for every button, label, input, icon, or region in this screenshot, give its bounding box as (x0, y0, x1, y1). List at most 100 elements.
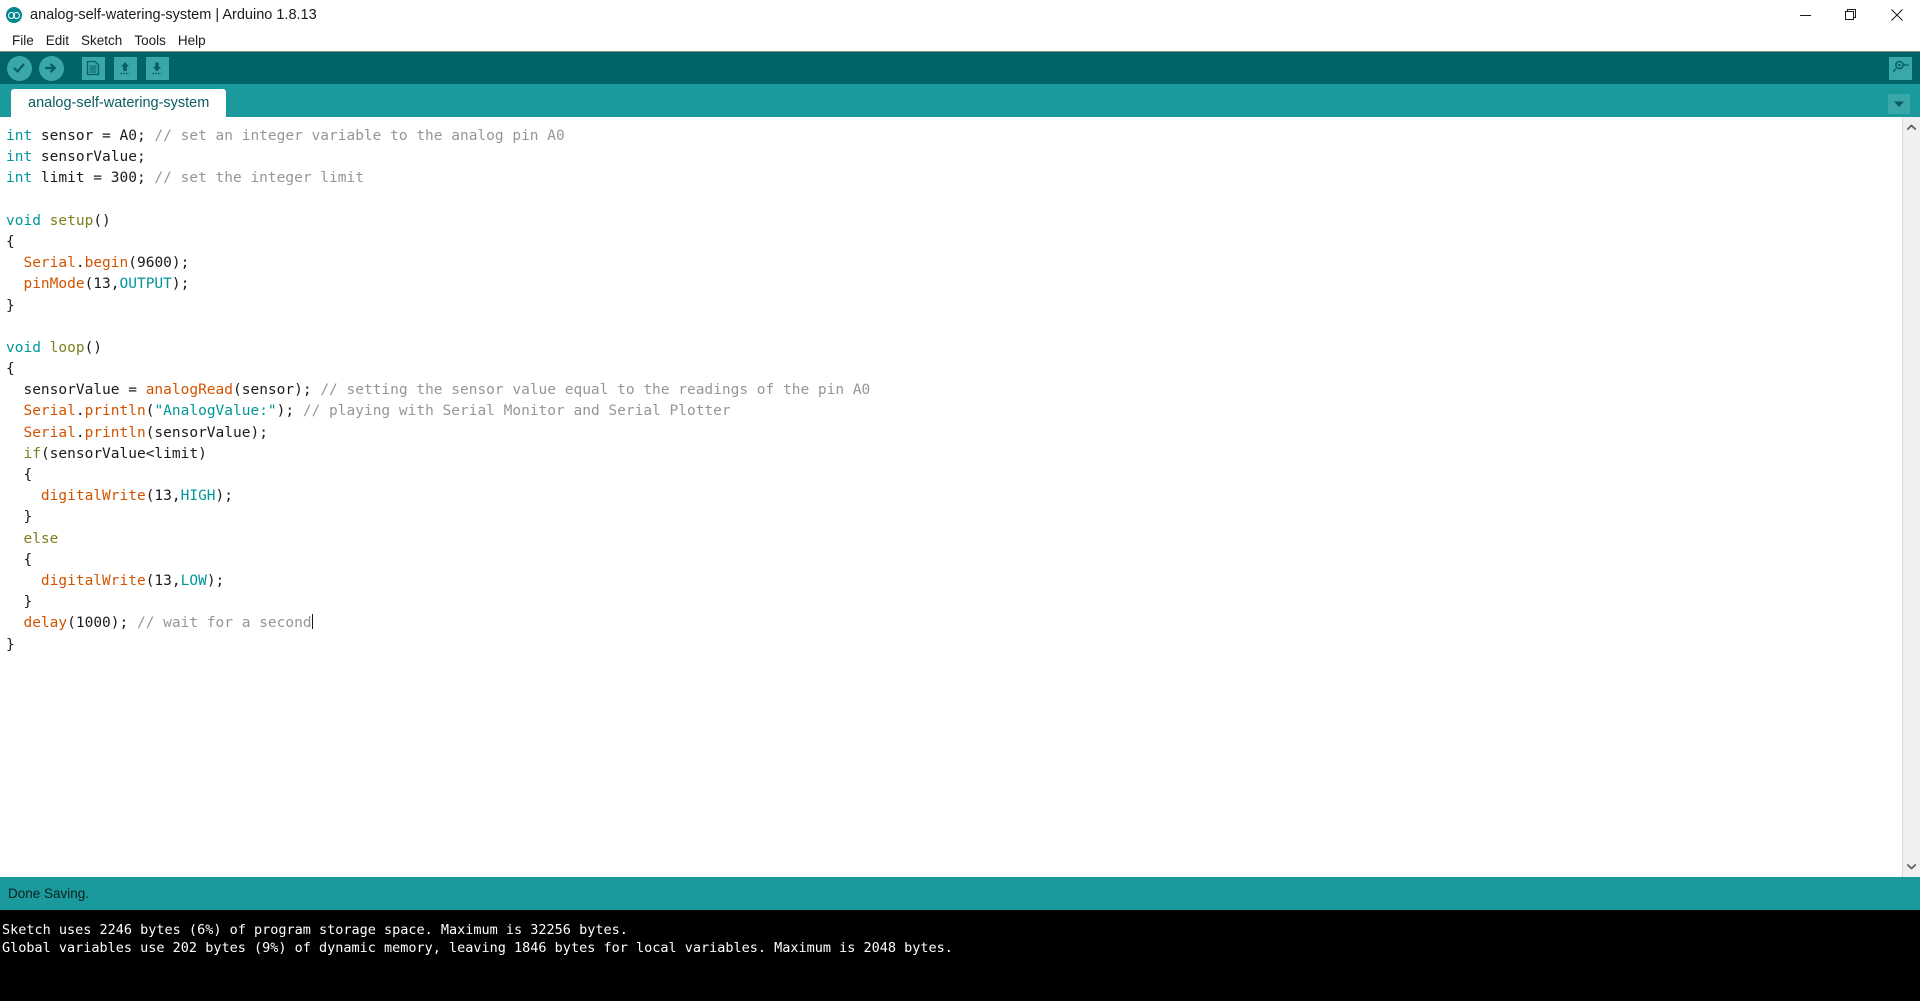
console-line: Sketch uses 2246 bytes (6%) of program s… (2, 922, 628, 938)
code-line: Serial.println("AnalogValue:"); // playi… (6, 401, 1902, 422)
code-token: Serial (23, 403, 76, 420)
code-token: } (6, 594, 33, 611)
code-line: } (6, 296, 1902, 317)
code-token: else (23, 530, 59, 547)
code-token: ); (276, 403, 303, 420)
title-bar-left: analog-self-watering-system | Arduino 1.… (0, 7, 317, 23)
code-token: digitalWrite (40, 572, 146, 589)
code-token: (13, (145, 488, 181, 505)
title-bar: analog-self-watering-system | Arduino 1.… (0, 0, 1920, 30)
status-bar: Done Saving. (0, 877, 1920, 910)
open-button[interactable] (110, 53, 140, 83)
editor-area: int sensor = A0; // set an integer varia… (0, 117, 1920, 877)
code-token: () (93, 212, 111, 229)
close-button[interactable] (1874, 0, 1920, 30)
code-line: digitalWrite(13,LOW); (6, 571, 1902, 592)
down-arrow-icon (145, 56, 169, 80)
code-token: println (84, 403, 146, 420)
code-token: void (6, 212, 41, 229)
new-button[interactable] (78, 53, 108, 83)
window-title: analog-self-watering-system | Arduino 1.… (30, 6, 317, 23)
code-line: { (6, 359, 1902, 380)
code-token: (sensorValue<limit) (40, 445, 207, 462)
code-token: delay (23, 615, 68, 632)
menu-item-sketch[interactable]: Sketch (75, 30, 128, 51)
code-token: { (6, 467, 33, 483)
code-token: (9600); (128, 255, 190, 272)
code-token: (sensorValue); (145, 424, 268, 441)
code-token: (13, (84, 276, 120, 293)
restore-button[interactable] (1828, 0, 1874, 30)
upload-button[interactable] (36, 53, 66, 83)
code-token: } (6, 297, 15, 314)
code-line: void loop() (6, 338, 1902, 359)
code-line: Serial.begin(9600); (6, 253, 1902, 274)
code-token: // setting the sensor value equal to the… (320, 382, 871, 399)
code-line: { (6, 232, 1902, 253)
code-token: { (6, 233, 15, 250)
tab-bar: analog-self-watering-system (0, 84, 1920, 117)
code-token: HIGH (180, 488, 216, 505)
code-token: } (6, 509, 33, 526)
menu-bar: File Edit Sketch Tools Help (0, 30, 1920, 51)
code-token: pinMode (23, 276, 85, 293)
serial-monitor-button[interactable] (1889, 56, 1912, 80)
console-line: Global variables use 202 bytes (9%) of d… (2, 940, 953, 956)
text-cursor (311, 614, 313, 630)
code-token: // set an integer variable to the analog… (154, 128, 565, 144)
code-token: Serial (23, 424, 76, 441)
code-token: println (84, 424, 146, 441)
checkmark-icon (6, 55, 32, 81)
code-token: . (75, 403, 85, 420)
console-output[interactable]: Sketch uses 2246 bytes (6%) of program s… (0, 910, 1920, 1001)
save-button[interactable] (142, 53, 172, 83)
restore-icon (1845, 9, 1856, 20)
code-token: setup (49, 212, 94, 229)
code-token: // wait for a second (136, 615, 312, 632)
code-token: ); (171, 276, 190, 293)
menu-item-tools[interactable]: Tools (128, 30, 172, 51)
tab-analog-self-watering-system[interactable]: analog-self-watering-system (11, 89, 227, 117)
magnifier-icon (1892, 59, 1909, 78)
code-token: ); (215, 488, 233, 505)
code-token: Serial (23, 255, 76, 272)
code-token: // set the integer limit (154, 170, 364, 187)
up-arrow-icon (113, 56, 137, 80)
code-token: sensor = A0; (32, 128, 155, 144)
code-line: else (6, 529, 1902, 550)
code-line: } (6, 635, 1902, 656)
code-line: { (6, 550, 1902, 571)
code-line: if(sensorValue<limit) (6, 444, 1902, 465)
minimize-button[interactable] (1782, 0, 1828, 30)
verify-button[interactable] (4, 53, 34, 83)
code-token: // playing with Serial Monitor and Seria… (302, 403, 731, 420)
tab-menu-button[interactable] (1888, 94, 1910, 114)
code-token: begin (84, 255, 129, 272)
toolbar (0, 51, 1920, 84)
code-editor[interactable]: int sensor = A0; // set an integer varia… (0, 117, 1902, 877)
menu-item-edit[interactable]: Edit (40, 30, 75, 51)
right-arrow-icon (38, 55, 64, 81)
code-line: } (6, 592, 1902, 613)
code-token: int (6, 128, 33, 144)
code-token: LOW (180, 572, 207, 589)
code-token: . (75, 255, 85, 272)
menu-item-help[interactable]: Help (172, 30, 212, 51)
code-token: sensorValue; (32, 149, 146, 166)
window-controls (1782, 0, 1920, 30)
menu-item-file[interactable]: File (6, 30, 40, 51)
code-token: . (75, 424, 85, 441)
chevron-up-icon[interactable] (1903, 119, 1920, 136)
code-token: digitalWrite (40, 488, 146, 505)
code-line: digitalWrite(13,HIGH); (6, 486, 1902, 507)
code-token: analogRead (145, 382, 233, 399)
editor-vertical-scrollbar[interactable] (1902, 117, 1920, 877)
chevron-down-icon[interactable] (1903, 858, 1920, 875)
